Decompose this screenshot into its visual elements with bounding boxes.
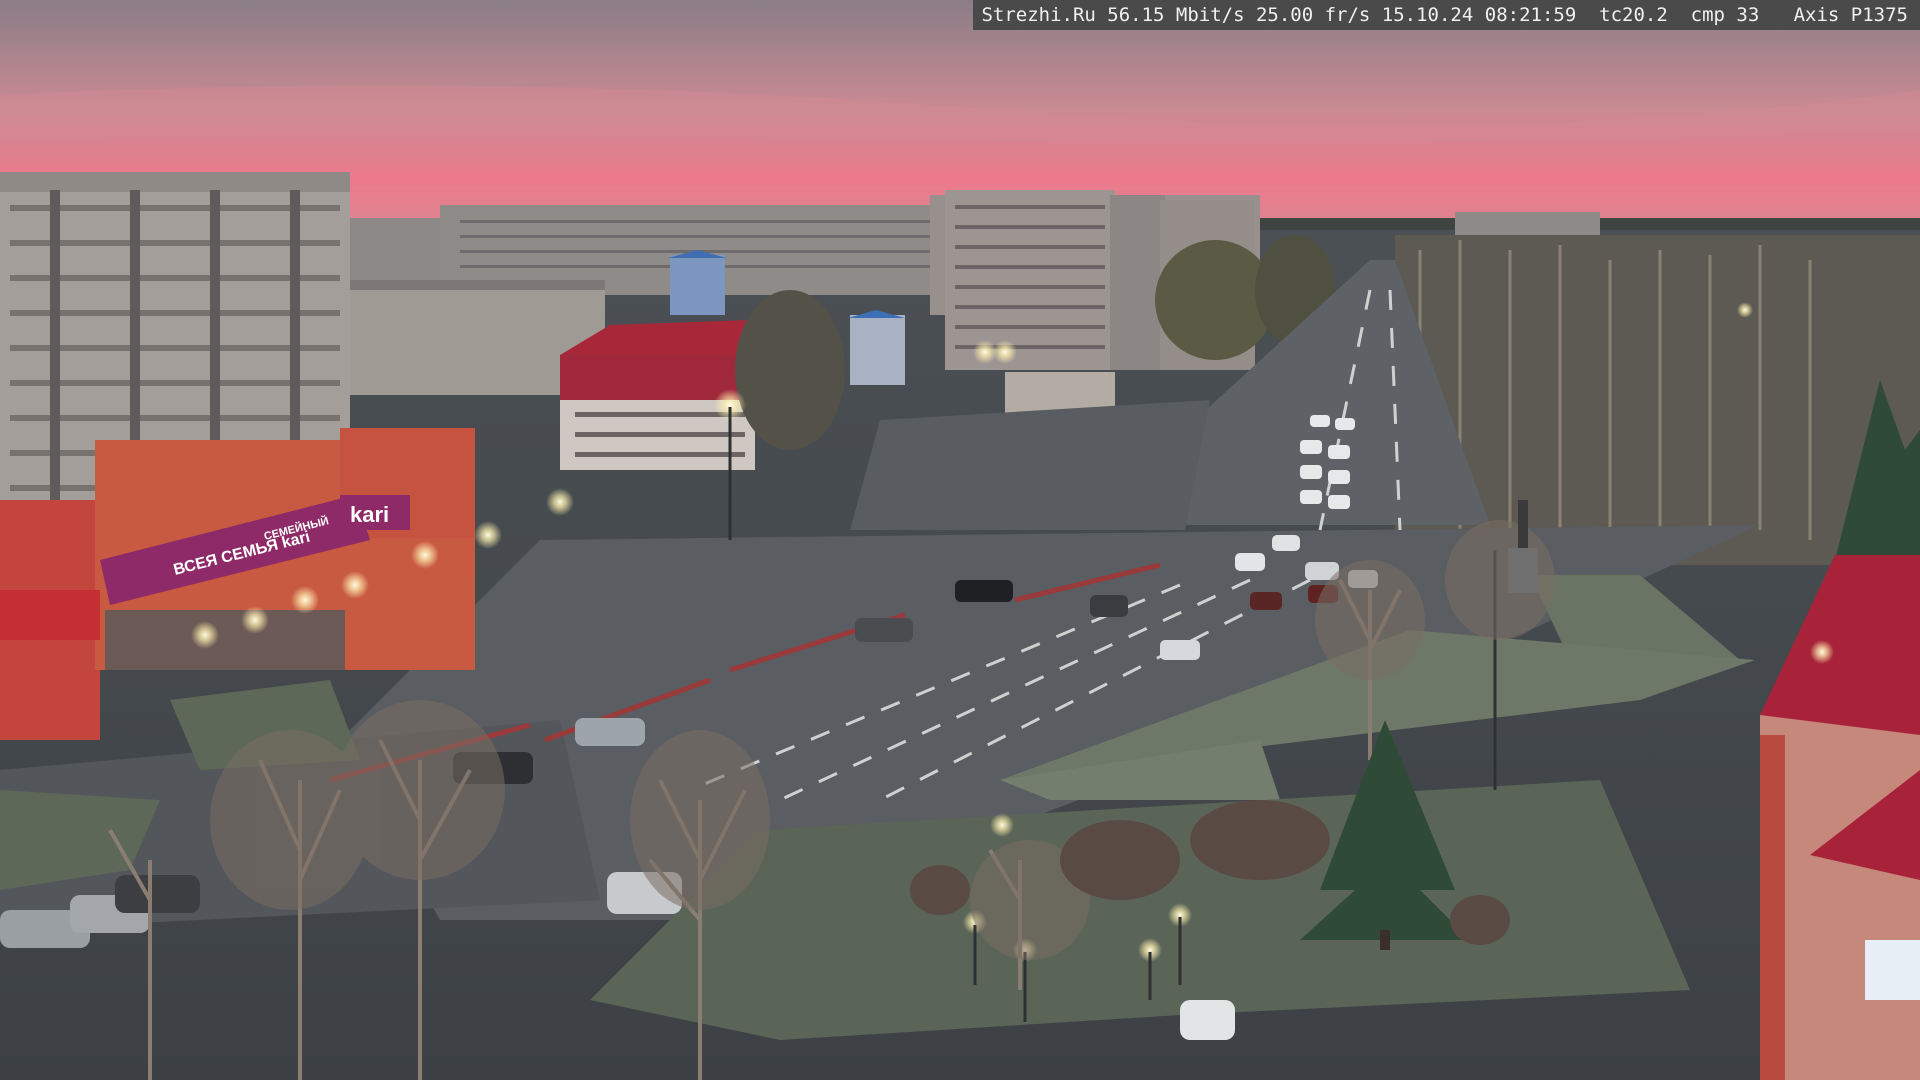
spruce-trunk bbox=[1380, 930, 1390, 950]
store-brand-sign: kari bbox=[350, 502, 389, 527]
blue-kiosk bbox=[848, 310, 905, 385]
webcam-scene: ВСЕЯ СЕМЬЯ kari СЕМЕЙНЫЙ kari bbox=[0, 0, 1920, 1080]
central-plaza bbox=[850, 400, 1210, 530]
camera-info-overlay: Strezhi.Ru 56.15 Mbit/s 25.00 fr/s 15.10… bbox=[973, 0, 1920, 30]
